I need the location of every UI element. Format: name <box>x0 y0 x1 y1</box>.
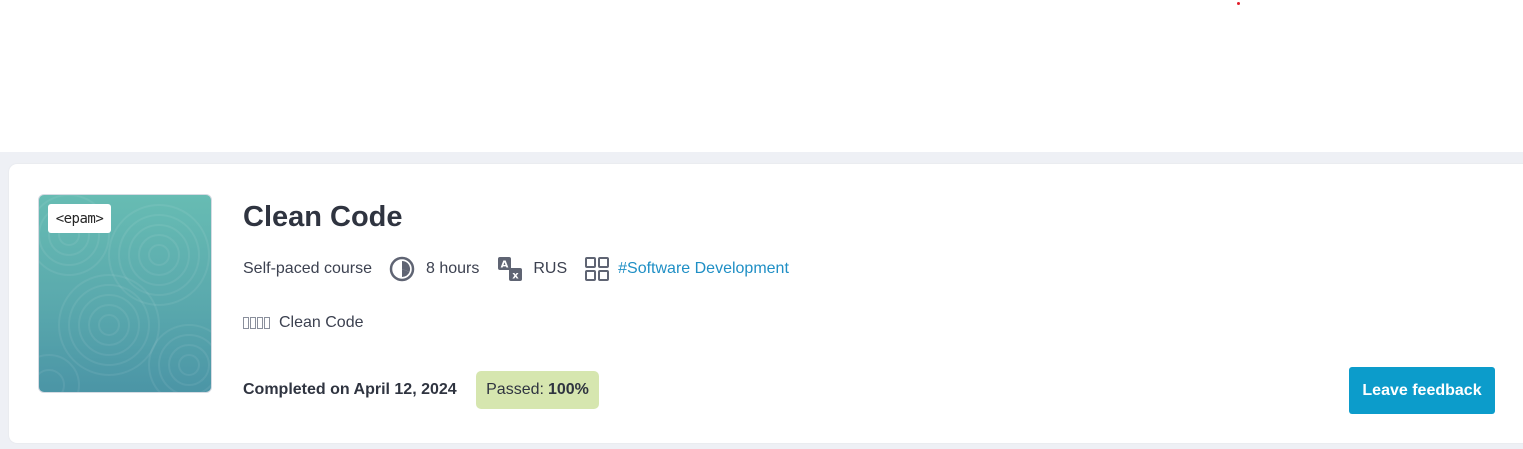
course-thumbnail[interactable]: <epam> <box>38 194 212 393</box>
passed-value: 100% <box>547 381 589 398</box>
course-card: <epam> Clean Code Self-paced course 8 ho… <box>9 164 1523 443</box>
passed-label: Passed: <box>486 381 544 398</box>
completion-date: Completed on April 12, 2024 <box>243 381 457 398</box>
svg-text:x: x <box>513 271 520 282</box>
course-title[interactable]: Clean Code <box>243 198 403 236</box>
clock-icon <box>389 256 415 282</box>
top-area <box>0 0 1523 152</box>
course-duration: 8 hours <box>425 260 480 277</box>
epam-logo: <epam> <box>48 204 111 233</box>
translate-icon: A x <box>497 256 523 282</box>
author-name: Clean Code <box>279 314 364 331</box>
course-type: Self-paced course <box>243 260 372 277</box>
grid-icon <box>584 256 610 282</box>
passed-badge: Passed: 100% <box>476 371 599 409</box>
tag-software-development-link[interactable]: #Software Development <box>618 260 789 278</box>
red-dot <box>1237 2 1240 5</box>
svg-text:A: A <box>501 260 509 271</box>
leave-feedback-button[interactable]: Leave feedback <box>1349 367 1495 414</box>
course-language: RUS <box>533 260 568 277</box>
course-author: Clean Code <box>243 314 364 332</box>
missing-glyph-boxes <box>243 317 271 329</box>
course-meta: Self-paced course 8 hours A x RUS #Softw… <box>243 255 789 283</box>
